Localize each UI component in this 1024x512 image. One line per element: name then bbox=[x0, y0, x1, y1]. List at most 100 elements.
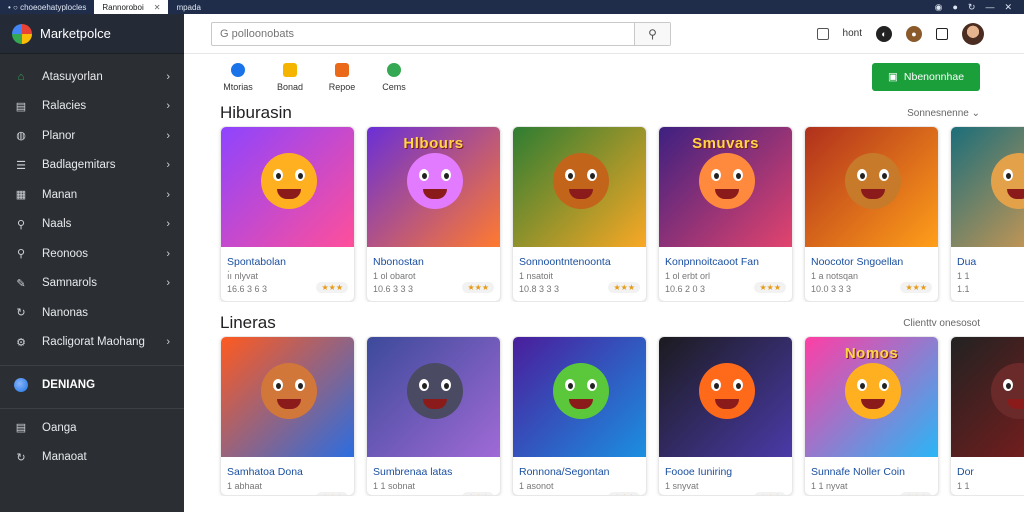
app-title[interactable]: Samhatoa Dona bbox=[221, 457, 354, 478]
app-title[interactable]: Noocotor Sngoellan bbox=[805, 247, 938, 268]
sidebar-item[interactable]: ▤ Ralacies › bbox=[0, 92, 184, 122]
artwork-title: Nomos bbox=[844, 345, 899, 362]
app-title[interactable]: Dua bbox=[951, 247, 1024, 268]
section-more-link[interactable]: Clienttv onesosot bbox=[903, 318, 980, 329]
app-meta-row: 11.9 3 3 3 ★★★ bbox=[513, 491, 646, 495]
sidebar-item[interactable]: ⚲ Reonoos › bbox=[0, 239, 184, 269]
theme-icon[interactable]: ◐ bbox=[876, 25, 892, 42]
category-repo[interactable]: Repoe bbox=[320, 62, 364, 92]
window-icon[interactable] bbox=[936, 27, 948, 40]
app-artwork bbox=[951, 127, 1024, 247]
category-movies[interactable]: Mtorias bbox=[216, 62, 260, 92]
chevron-right-icon: › bbox=[166, 247, 170, 260]
sidebar-item[interactable]: ☰ Badlagemitars › bbox=[0, 151, 184, 181]
app-meta-row: 10.0 3 3 3 ★★★ bbox=[805, 281, 938, 294]
app-artwork bbox=[951, 337, 1024, 457]
search-input[interactable] bbox=[212, 22, 634, 45]
browser-tab[interactable]: mpada bbox=[168, 0, 208, 14]
app-card[interactable]: Sumbrenaa latas 1 1 sobnat16.6 3 0 3 ★★★ bbox=[366, 336, 501, 496]
sidebar-item[interactable]: ▦ Manan › bbox=[0, 180, 184, 210]
category-label: Mtorias bbox=[223, 81, 253, 92]
browser-tab-active[interactable]: Rannoroboi ✕ bbox=[94, 0, 169, 14]
sidebar-item-label: Planor bbox=[42, 129, 76, 142]
more-label: Sonnesnenne bbox=[907, 107, 969, 119]
app-title[interactable]: Sonnoontntenoonta bbox=[513, 247, 646, 268]
sidebar-item-label: Badlagemitars bbox=[42, 159, 116, 172]
brand-name: Marketpolce bbox=[40, 26, 111, 41]
app-card[interactable]: Spontabolan ı́ı nlyvat 16.6 3 6 3 ★★★ bbox=[220, 126, 355, 302]
sidebar-item-label: Racligorat Maohang bbox=[42, 336, 145, 349]
mouth bbox=[714, 399, 739, 410]
app-title[interactable]: Ronnona/Segontan bbox=[513, 457, 646, 478]
eye bbox=[1002, 379, 1013, 392]
avatar[interactable] bbox=[962, 22, 984, 45]
pupil bbox=[567, 383, 573, 390]
tab-label: Rannoroboi bbox=[102, 2, 144, 12]
sidebar-item[interactable]: ⌂ Atasuyorlan › bbox=[0, 62, 184, 92]
app-card[interactable]: Nomos Sunnafe Noller Coin 1 1 nyvat10.0 3 … bbox=[804, 336, 939, 496]
app-title[interactable]: Nbonostan bbox=[367, 247, 500, 268]
sidebar-item[interactable]: ✎ Samnarols › bbox=[0, 269, 184, 299]
app-title[interactable]: Konpnnoitcaoot Fan bbox=[659, 247, 792, 268]
button-label: Nbenonnhae bbox=[903, 71, 965, 83]
app-meta-row: 10.8 3 3 3 ★★★ bbox=[513, 281, 646, 294]
search-icon: ⚲ bbox=[16, 218, 26, 231]
app-title[interactable]: Sunnafe Noller Coin bbox=[805, 457, 938, 478]
app-title[interactable]: Sumbrenaa latas bbox=[367, 457, 500, 478]
tab-label: • ○ choeoehatyplocles bbox=[8, 2, 87, 12]
app-developer: 1 nsatoit bbox=[519, 271, 554, 281]
sidebar-item[interactable]: ▤ Oanga bbox=[0, 413, 184, 443]
document-icon: ▤ bbox=[15, 100, 27, 113]
bookmark-icon[interactable] bbox=[816, 27, 829, 40]
close-window-icon[interactable]: ✕ bbox=[1004, 2, 1012, 13]
sidebar-section-title[interactable]: DENIANG bbox=[0, 370, 184, 400]
eye bbox=[294, 379, 305, 392]
eye bbox=[440, 379, 451, 392]
app-card[interactable]: Sonnoontntenoonta 1 nsatoit 10.8 3 3 3 ★★★ bbox=[512, 126, 647, 302]
eye bbox=[272, 169, 283, 182]
pupil bbox=[713, 173, 719, 180]
app-card[interactable]: Dua 1 1 1.1 bbox=[950, 126, 1024, 302]
app-title[interactable]: Dor bbox=[951, 457, 1024, 478]
sidebar-item-label: Samnarols bbox=[42, 277, 97, 290]
category-books[interactable]: Bonad bbox=[268, 62, 312, 92]
sidebar-item[interactable]: ⚙ Racligorat Maohang › bbox=[0, 328, 184, 358]
app-card[interactable]: Dor 1 11.1 bbox=[950, 336, 1024, 496]
notification-icon[interactable]: ● bbox=[906, 25, 922, 42]
sidebar-item[interactable]: ⚲ Naals › bbox=[0, 210, 184, 240]
app-card[interactable]: Noocotor Sngoellan 1 a notsqan 10.0 3 3 3 ★… bbox=[804, 126, 939, 302]
books-icon bbox=[283, 62, 297, 77]
search-button[interactable]: ⚲ bbox=[634, 22, 670, 45]
app-meta-row: 11.6 3 3 3 ★★★ bbox=[221, 491, 354, 495]
category-games[interactable]: Cems bbox=[372, 62, 416, 92]
eye bbox=[710, 169, 721, 182]
app-card[interactable]: Foooe Iuniring 1 snyvat10.0 3 3 3 ★★★ bbox=[658, 336, 793, 496]
browser-tab-bar: • ○ choeoehatyplocles Rannoroboi ✕ mpada … bbox=[0, 0, 1024, 14]
brand[interactable]: Marketpolce bbox=[0, 14, 184, 54]
sidebar-item[interactable]: ◍ Planor › bbox=[0, 121, 184, 151]
character-illustration bbox=[552, 363, 609, 420]
app-card[interactable]: Samhatoa Dona 1 abhaat11.6 3 3 3 ★★★ bbox=[220, 336, 355, 496]
app-card[interactable]: Hlbours Nbonostan 1 ol obarot 10.6 3 3 3 ★★★ bbox=[366, 126, 501, 302]
mouth bbox=[860, 399, 885, 410]
eye bbox=[878, 169, 889, 182]
header-link[interactable]: hont bbox=[843, 28, 862, 39]
minimize-icon[interactable]: — bbox=[985, 2, 994, 13]
card-row: Samhatoa Dona1 abhaat11.6 3 3 3★★★Sumbre… bbox=[184, 336, 1024, 496]
section-more-link[interactable]: Sonnesnenne ⌄ bbox=[907, 108, 980, 119]
rating-stars: ★★★ bbox=[608, 492, 640, 495]
sidebar-item[interactable]: ↻ Nanonas bbox=[0, 298, 184, 328]
app-title[interactable]: Foooe Iuniring bbox=[659, 457, 792, 478]
section-title: Lineras bbox=[220, 313, 276, 332]
app-card[interactable]: Ronnona/Segontan 1 asonot11.9 3 3 3 ★★★ bbox=[512, 336, 647, 496]
account-icon[interactable]: ● bbox=[952, 2, 957, 13]
primary-action-button[interactable]: ▣ Nbenonnhae bbox=[872, 63, 980, 91]
app-card[interactable]: Smuvars Konpnnoitcaoot Fan 1 ol erbt orl 10… bbox=[658, 126, 793, 302]
sidebar-item[interactable]: ↻ Manaoat bbox=[0, 443, 184, 473]
divider bbox=[0, 365, 184, 366]
close-icon[interactable]: ✕ bbox=[154, 3, 161, 12]
app-title[interactable]: Spontabolan bbox=[221, 247, 354, 268]
extension-icon[interactable]: ◉ bbox=[935, 2, 943, 13]
browser-tab[interactable]: • ○ choeoehatyplocles bbox=[0, 0, 94, 14]
refresh-icon[interactable]: ↻ bbox=[968, 2, 976, 13]
